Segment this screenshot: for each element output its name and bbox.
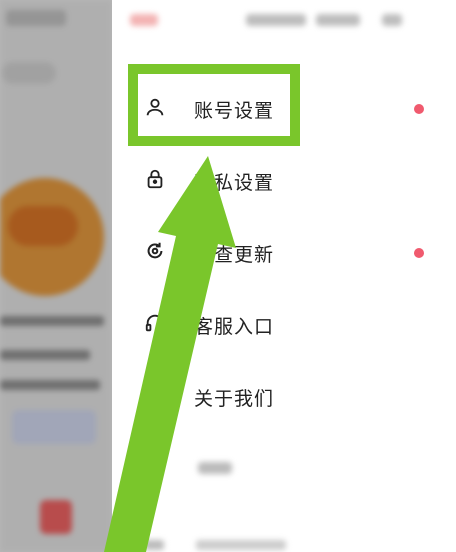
lock-icon bbox=[144, 168, 166, 190]
menu-item-check-update[interactable]: 检查更新 bbox=[112, 218, 456, 290]
headset-icon bbox=[144, 312, 166, 334]
menu-item-settings[interactable] bbox=[112, 434, 456, 506]
refresh-icon bbox=[144, 240, 166, 262]
menu-item-label: 客服入口 bbox=[194, 316, 275, 338]
menu-item-partial bbox=[140, 536, 320, 550]
menu-item-label: 隐私设置 bbox=[194, 172, 275, 194]
notification-dot bbox=[414, 104, 424, 114]
sliders-icon bbox=[144, 456, 166, 478]
blurred-label bbox=[198, 462, 232, 474]
notification-dot bbox=[414, 248, 424, 258]
menu-item-about-us[interactable]: 关于我们 bbox=[112, 362, 456, 434]
menu-item-label: 检查更新 bbox=[194, 244, 275, 266]
menu-item-label: 关于我们 bbox=[194, 388, 275, 410]
drawer-header-blurred bbox=[130, 6, 430, 34]
dim-overlay[interactable] bbox=[0, 0, 112, 552]
menu-item-privacy-settings[interactable]: 隐私设置 bbox=[112, 146, 456, 218]
highlight-box bbox=[128, 64, 300, 146]
menu-item-customer-service[interactable]: 客服入口 bbox=[112, 290, 456, 362]
